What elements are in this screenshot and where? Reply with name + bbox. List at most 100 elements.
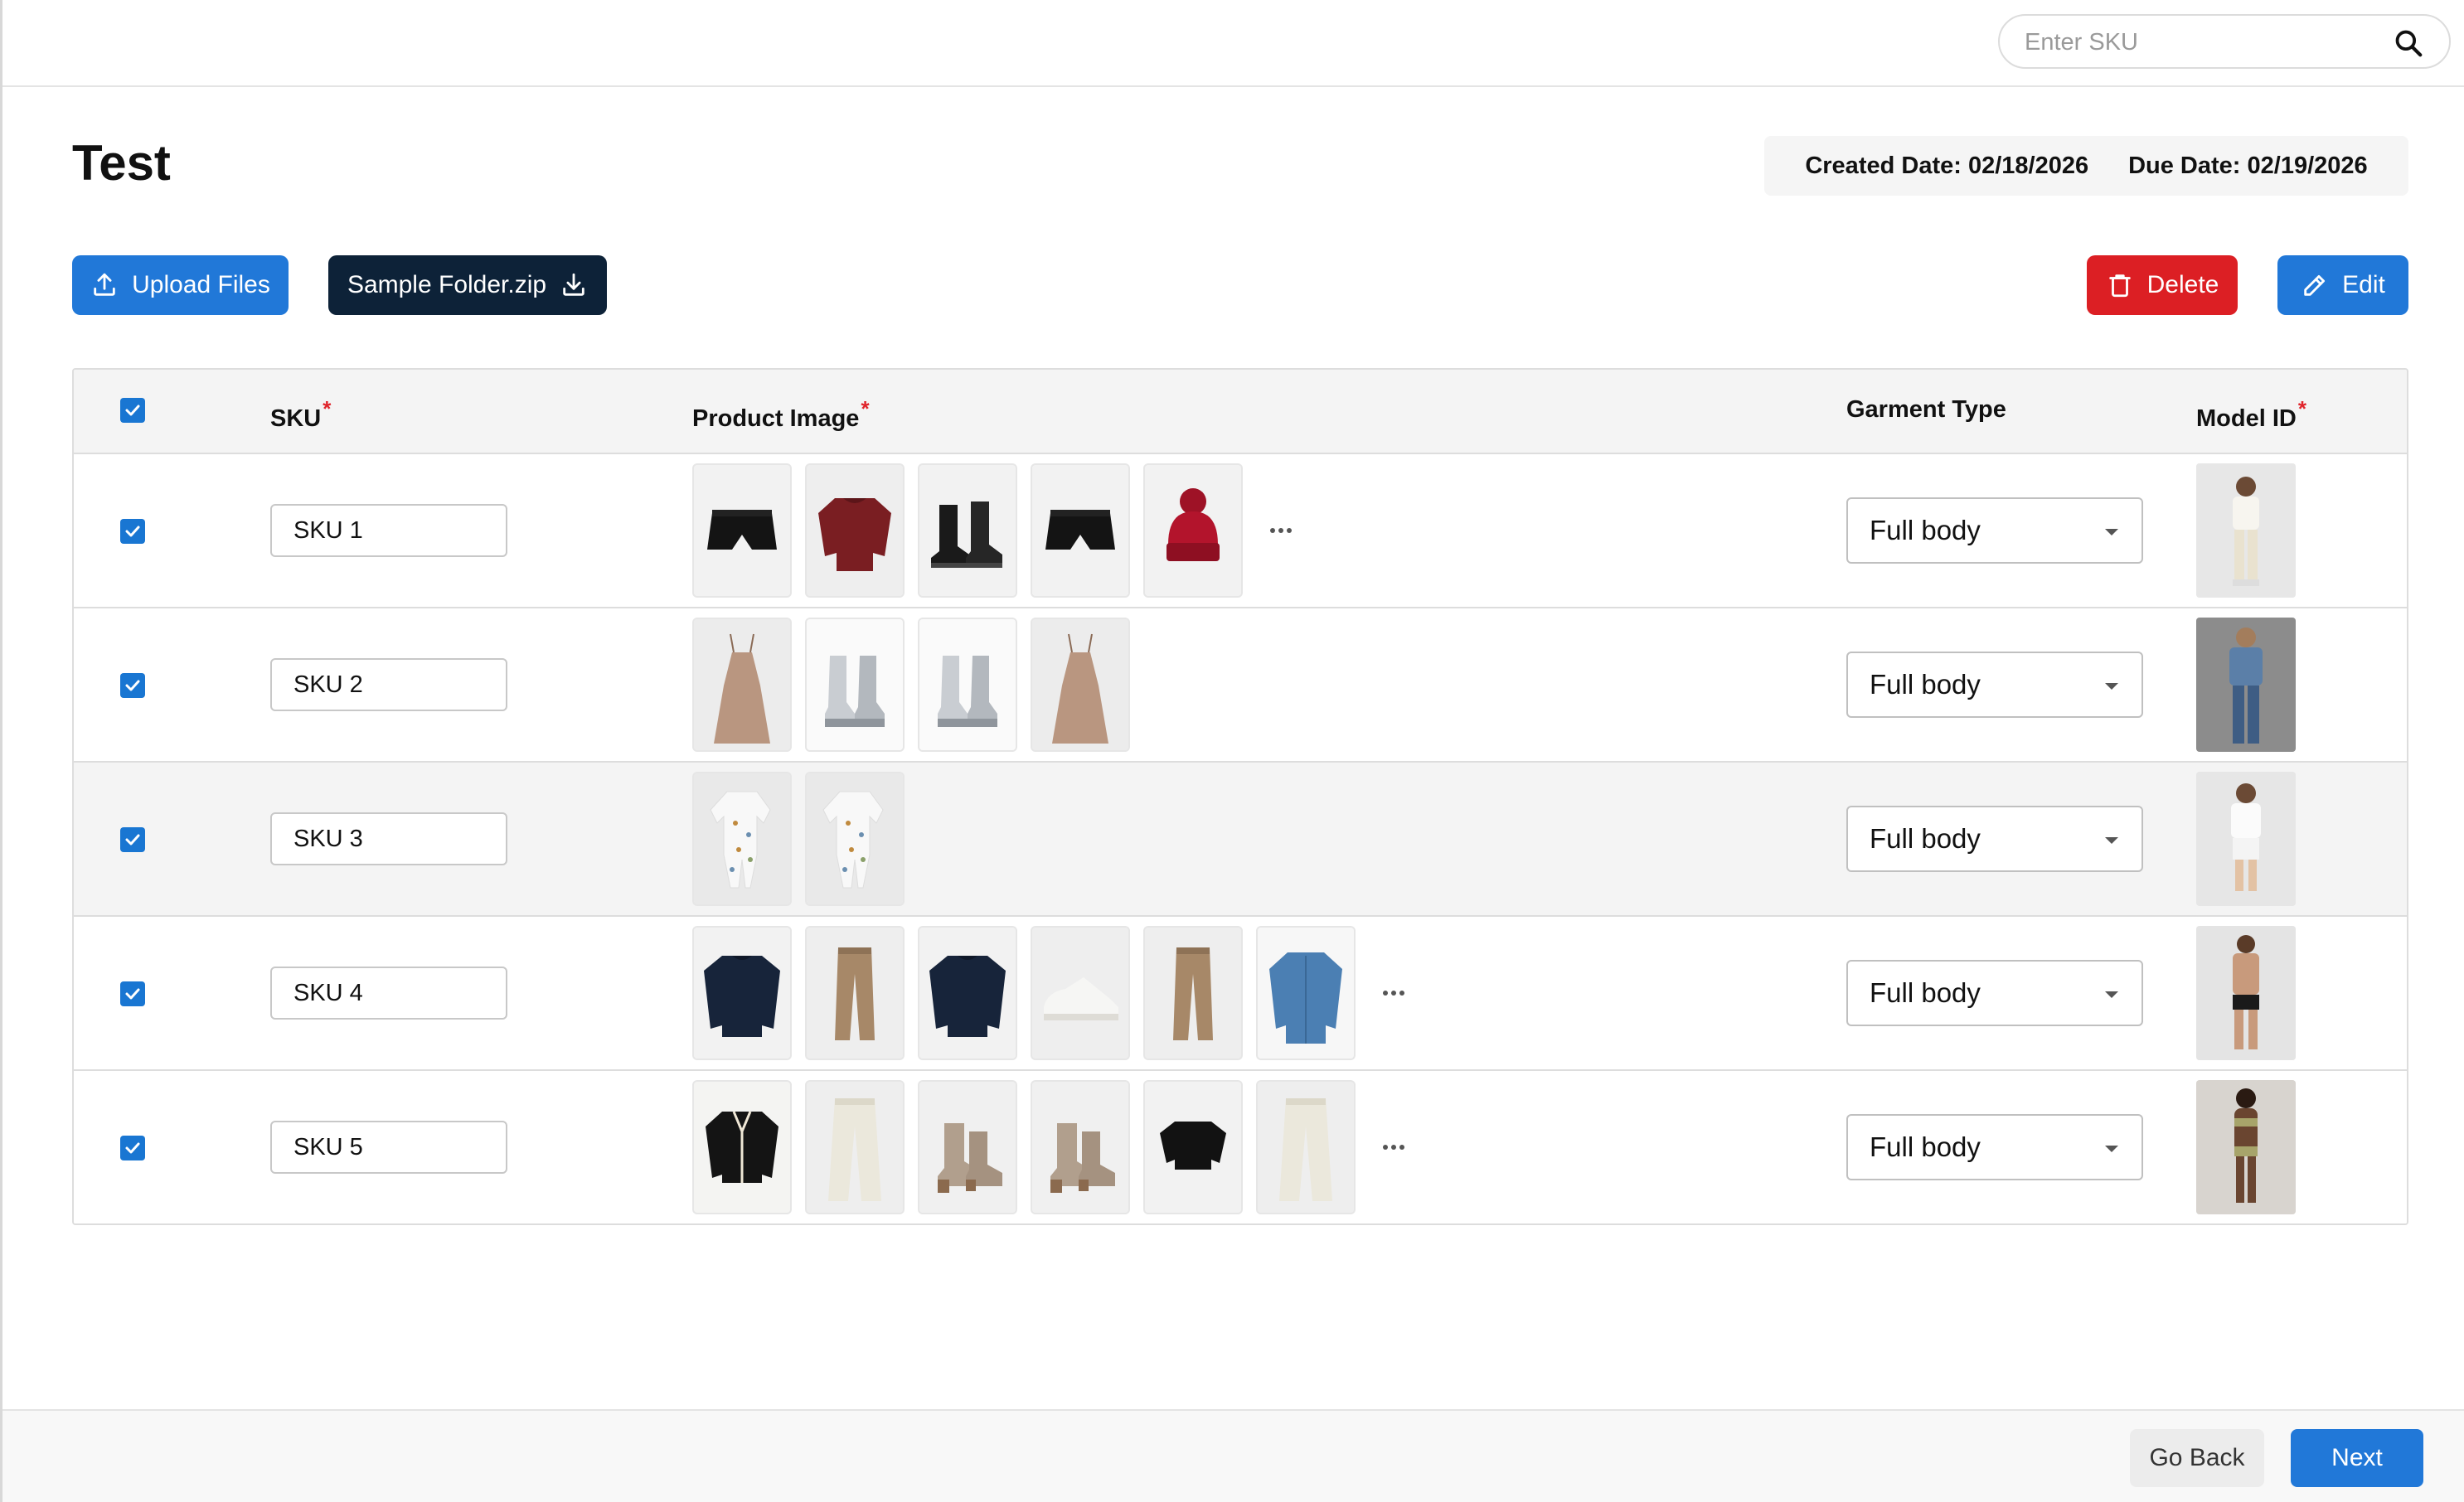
black-crop-top-image (1145, 1082, 1241, 1213)
sku-input[interactable]: SKU 1 (270, 504, 507, 557)
child-white-shorts-image (2196, 772, 2296, 906)
sku-input[interactable]: SKU 5 (270, 1121, 507, 1174)
product-thumbnail-taupe-boots[interactable] (918, 1080, 1017, 1214)
garment-type-value: Full body (1870, 823, 1981, 854)
product-thumbnail-black-shorts[interactable] (1031, 463, 1130, 598)
sample-folder-label: Sample Folder.zip (347, 271, 547, 298)
required-mark: * (2297, 396, 2306, 421)
row-checkbox[interactable] (120, 673, 145, 698)
product-thumbnail-taupe-boots[interactable] (1031, 1080, 1130, 1214)
product-thumbnail-cream-pants[interactable] (805, 1080, 905, 1214)
product-thumbnail-maroon-sweater[interactable] (805, 463, 905, 598)
sample-folder-download-button[interactable]: Sample Folder.zip (328, 255, 607, 315)
garment-type-value: Full body (1870, 515, 1981, 545)
product-image-list (692, 772, 905, 906)
table-header: SKU* Product Image* Garment Type Model I… (74, 370, 2407, 454)
woman-denim-image (2196, 618, 2296, 752)
next-button[interactable]: Next (2291, 1429, 2423, 1487)
check-icon (125, 834, 140, 845)
more-images-icon[interactable] (1369, 976, 1419, 1010)
header-sku-label: SKU (270, 405, 322, 432)
product-thumbnail-black-crop-top[interactable] (1143, 1080, 1243, 1214)
product-thumbnail-black-boots[interactable] (918, 463, 1017, 598)
caret-down-icon (2105, 837, 2118, 844)
row-checkbox[interactable] (120, 981, 145, 1006)
sku-input[interactable]: SKU 3 (270, 812, 507, 865)
sku-table: SKU* Product Image* Garment Type Model I… (72, 368, 2408, 1225)
silver-boots-image (807, 619, 903, 750)
product-thumbnail-khaki-pants[interactable] (1143, 926, 1243, 1060)
product-thumbnail-tan-slip-dress[interactable] (692, 618, 792, 752)
product-image-list (692, 1080, 1419, 1214)
more-images-icon[interactable] (1369, 1131, 1419, 1164)
product-thumbnail-printed-romper[interactable] (805, 772, 905, 906)
required-mark: * (323, 396, 332, 421)
search-input[interactable] (2025, 26, 2389, 59)
taupe-boots-image (1032, 1082, 1128, 1213)
product-thumbnail-navy-sweater[interactable] (692, 926, 792, 1060)
product-thumbnail-printed-romper[interactable] (692, 772, 792, 906)
sku-input[interactable]: SKU 2 (270, 658, 507, 711)
delete-button[interactable]: Delete (2087, 255, 2238, 315)
garment-type-select[interactable]: Full body (1846, 1114, 2143, 1180)
cream-pants-image (1258, 1082, 1354, 1213)
row-checkbox[interactable] (120, 1136, 145, 1160)
printed-romper-image (807, 773, 903, 904)
delete-label: Delete (2146, 271, 2219, 298)
top-bar (2, 0, 2464, 87)
check-icon (125, 680, 140, 691)
product-thumbnail-khaki-pants[interactable] (805, 926, 905, 1060)
required-mark: * (861, 396, 870, 421)
garment-type-select[interactable]: Full body (1846, 806, 2143, 872)
table-row: SKU 2 Full body (74, 608, 2407, 763)
caret-down-icon (2105, 683, 2118, 690)
model-thumbnail-child-white-shorts[interactable] (2196, 772, 2296, 906)
black-shorts-image (1032, 465, 1128, 596)
black-cardigan-image (694, 1082, 790, 1213)
tan-slip-dress-image (1032, 619, 1128, 750)
red-beanie-image (1145, 465, 1241, 596)
model-thumbnail-woman-denim[interactable] (2196, 618, 2296, 752)
model-thumbnail-man-underwear[interactable] (2196, 926, 2296, 1060)
page-title: Test (72, 135, 171, 191)
garment-type-select[interactable]: Full body (1846, 497, 2143, 564)
navy-sweater-image (919, 928, 1016, 1059)
product-thumbnail-denim-shirt[interactable] (1256, 926, 1356, 1060)
product-thumbnail-tan-slip-dress[interactable] (1031, 618, 1130, 752)
black-shorts-image (694, 465, 790, 596)
product-thumbnail-red-beanie[interactable] (1143, 463, 1243, 598)
garment-type-value: Full body (1870, 1131, 1981, 1162)
white-sneaker-image (1032, 928, 1128, 1059)
upload-files-button[interactable]: Upload Files (72, 255, 289, 315)
woman-swimwear-image (2196, 1080, 2296, 1214)
table-row: SKU 4 Full body (74, 917, 2407, 1071)
garment-type-value: Full body (1870, 977, 1981, 1008)
product-thumbnail-silver-boots[interactable] (918, 618, 1017, 752)
garment-type-select[interactable]: Full body (1846, 960, 2143, 1026)
model-thumbnail-child-white-outfit[interactable] (2196, 463, 2296, 598)
upload-files-label: Upload Files (132, 271, 270, 298)
row-checkbox[interactable] (120, 519, 145, 544)
go-back-button[interactable]: Go Back (2130, 1429, 2264, 1487)
product-thumbnail-black-cardigan[interactable] (692, 1080, 792, 1214)
header-model-id-label: Model ID (2196, 405, 2297, 432)
product-thumbnail-navy-sweater[interactable] (918, 926, 1017, 1060)
footer-bar: Go Back Next (2, 1409, 2464, 1502)
product-thumbnail-black-shorts[interactable] (692, 463, 792, 598)
row-checkbox[interactable] (120, 827, 145, 852)
sku-input[interactable]: SKU 4 (270, 967, 507, 1020)
product-thumbnail-silver-boots[interactable] (805, 618, 905, 752)
product-thumbnail-cream-pants[interactable] (1256, 1080, 1356, 1214)
product-thumbnail-white-sneaker[interactable] (1031, 926, 1130, 1060)
garment-type-value: Full body (1870, 669, 1981, 700)
model-thumbnail-woman-swimwear[interactable] (2196, 1080, 2296, 1214)
garment-type-select[interactable]: Full body (1846, 652, 2143, 718)
search-icon[interactable] (2393, 27, 2424, 59)
due-date: Due Date: 02/19/2026 (2128, 152, 2368, 179)
edit-button[interactable]: Edit (2277, 255, 2408, 315)
tan-slip-dress-image (694, 619, 790, 750)
more-images-icon[interactable] (1256, 514, 1306, 547)
ellipsis-icon (1383, 991, 1404, 996)
search-box[interactable] (1998, 14, 2451, 69)
select-all-checkbox[interactable] (120, 398, 145, 423)
